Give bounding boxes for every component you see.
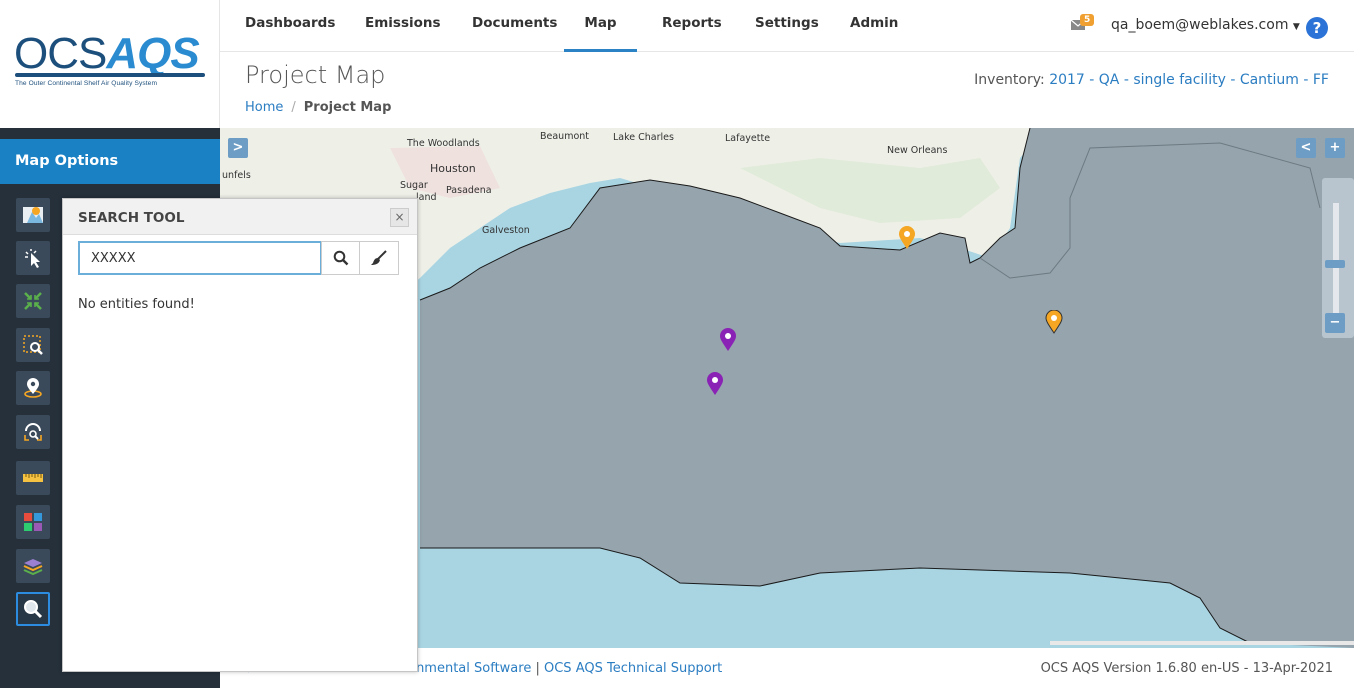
city-label: Lake Charles: [613, 132, 674, 143]
search-button[interactable]: [321, 241, 361, 275]
nav-documents[interactable]: Documents: [472, 0, 557, 52]
nav-admin[interactable]: Admin: [850, 0, 898, 52]
close-icon[interactable]: ×: [390, 208, 409, 227]
city-label: Sugar: [400, 180, 428, 191]
measure-button[interactable]: [16, 461, 50, 495]
user-email: qa_boem@weblakes.com: [1111, 17, 1289, 33]
logo-wordmark: OCSAQS: [14, 29, 200, 78]
top-navigation: Dashboards Emissions Documents Map Repor…: [220, 0, 1354, 52]
city-label: The Woodlands: [407, 138, 480, 149]
select-tool-button[interactable]: [16, 241, 50, 275]
search-result-message: No entities found!: [78, 297, 195, 312]
city-label: Galveston: [482, 225, 530, 236]
legend-grid-icon: [24, 513, 42, 531]
search-tool-icon: [24, 600, 43, 619]
clear-button[interactable]: [359, 241, 399, 275]
breadcrumb-current: Project Map: [303, 100, 392, 115]
legend-button[interactable]: [16, 505, 50, 539]
logo-wave: [15, 73, 205, 77]
nav-map[interactable]: Map: [564, 0, 637, 52]
search-tool-panel: SEARCH TOOL × No entities found!: [62, 198, 418, 672]
facility-marker-purple[interactable]: [719, 328, 737, 352]
select-pointer-icon: [25, 249, 40, 268]
logo-aqs: AQS: [106, 29, 199, 78]
logo[interactable]: OCSAQS The Outer Continental Shelf Air Q…: [0, 0, 220, 128]
search-tool-button[interactable]: [16, 592, 50, 626]
location-pin-icon: [24, 378, 42, 398]
collapse-panel-button[interactable]: <: [1296, 138, 1316, 158]
city-label: New Orleans: [887, 145, 948, 156]
facility-marker-orange[interactable]: [1044, 310, 1064, 334]
logo-subtitle: The Outer Continental Shelf Air Quality …: [15, 80, 158, 87]
help-icon[interactable]: ?: [1306, 17, 1328, 39]
nav-emissions[interactable]: Emissions: [365, 0, 441, 52]
map-options-header[interactable]: Map Options: [0, 139, 220, 184]
city-label: Pasadena: [446, 185, 492, 196]
search-input[interactable]: [78, 241, 322, 275]
layers-button[interactable]: [16, 549, 50, 583]
inventory-label: Inventory:: [974, 72, 1045, 88]
nav-dashboards[interactable]: Dashboards: [245, 0, 335, 52]
facility-marker-orange[interactable]: [898, 226, 916, 250]
city-label: unfels: [222, 170, 251, 181]
zoom-box-icon: [23, 335, 43, 355]
search-tool-title: SEARCH TOOL: [63, 199, 417, 235]
breadcrumb-separator: /: [291, 100, 296, 115]
inventory-link[interactable]: 2017 - QA - single facility - Cantium - …: [1049, 72, 1329, 88]
city-label: Beaumont: [540, 131, 590, 142]
brush-icon: [371, 250, 387, 265]
page-title: Project Map: [245, 61, 386, 89]
layers-icon: [23, 559, 43, 576]
map-marker-tool-button[interactable]: [16, 198, 50, 232]
city-label: land: [416, 192, 437, 203]
user-menu[interactable]: qa_boem@weblakes.com ▼: [1111, 17, 1300, 33]
nav-settings[interactable]: Settings: [755, 0, 819, 52]
zoom-extent-icon: [24, 292, 42, 310]
radius-search-button[interactable]: [16, 415, 50, 449]
map-scale-bar: [1050, 641, 1354, 645]
breadcrumb-home[interactable]: Home: [245, 100, 283, 115]
mail-count-badge: 5: [1080, 14, 1095, 26]
facility-marker-purple[interactable]: [706, 372, 724, 396]
zoom-in-button[interactable]: +: [1325, 138, 1345, 158]
radius-search-icon: [24, 423, 42, 441]
logo-ocs: OCS: [14, 29, 107, 78]
footer-divider: |: [535, 661, 540, 676]
map-marker-icon: [23, 207, 43, 223]
zoom-thumb[interactable]: [1325, 260, 1345, 268]
zoom-track: [1333, 203, 1339, 313]
location-pin-button[interactable]: [16, 371, 50, 405]
caret-down-icon: ▼: [1292, 22, 1300, 32]
expand-panel-button[interactable]: >: [228, 138, 248, 158]
inventory-info: Inventory: 2017 - QA - single facility -…: [974, 72, 1329, 88]
breadcrumb: Home / Project Map: [245, 100, 391, 115]
support-link[interactable]: OCS AQS Technical Support: [544, 661, 722, 676]
measure-ruler-icon: [23, 474, 43, 482]
zoom-out-button[interactable]: −: [1325, 313, 1345, 333]
zoom-box-button[interactable]: [16, 328, 50, 362]
search-icon: [333, 250, 349, 266]
zoom-extent-button[interactable]: [16, 284, 50, 318]
version-info: OCS AQS Version 1.6.80 en-US - 13-Apr-20…: [1040, 661, 1333, 676]
nav-reports[interactable]: Reports: [662, 0, 722, 52]
city-label: Houston: [430, 162, 476, 175]
city-label: Lafayette: [725, 133, 771, 144]
